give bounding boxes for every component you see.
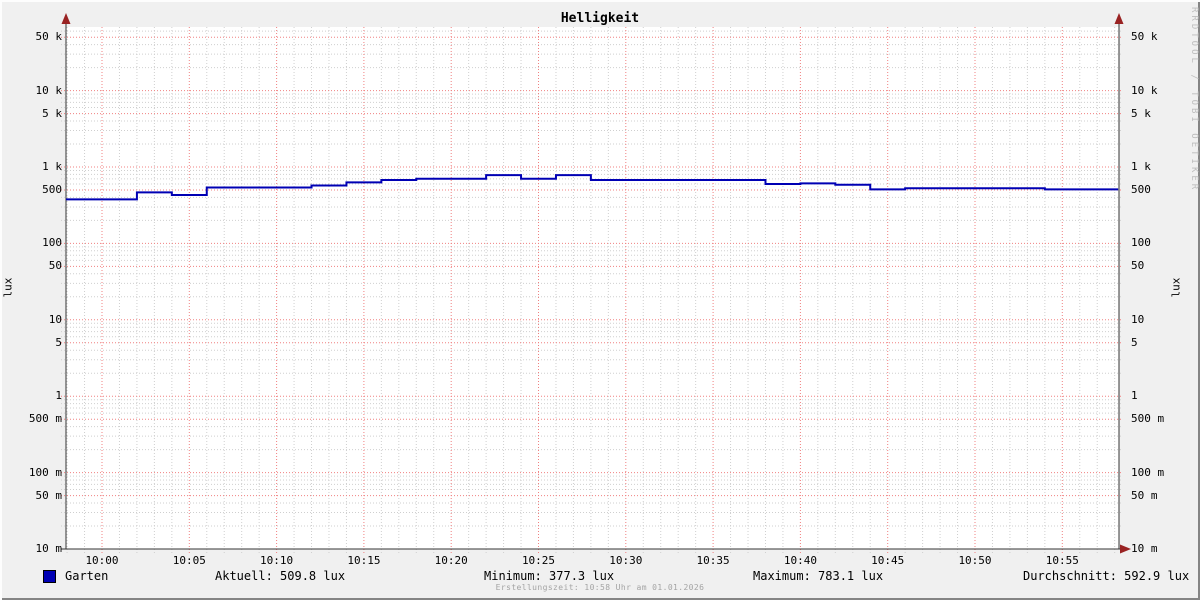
chart-canvas xyxy=(61,13,1131,554)
y-tick-label: 50 m xyxy=(35,488,63,502)
x-tick-label: 10:30 xyxy=(609,554,643,567)
y-tick-label: 10 k xyxy=(35,83,63,97)
y-tick-label: 5 xyxy=(55,335,62,349)
x-tick-label: 10:50 xyxy=(958,554,992,567)
y-tick-label: 100 m xyxy=(28,465,62,479)
y-tick-label: 50 xyxy=(48,259,62,273)
x-tick-label: 10:05 xyxy=(172,554,206,567)
x-tick-label: 10:15 xyxy=(347,554,381,567)
y-tick-label: 10 xyxy=(48,312,62,326)
rrdtool-graph: Helligkeit lux lux 50 k 10 k 5 k 1 k 500 100 5… xyxy=(0,0,1200,600)
y-tick-label: 100 xyxy=(42,236,62,250)
chart-title: Helligkeit xyxy=(560,11,640,26)
x-tick-label: 10:40 xyxy=(783,554,817,567)
stat-maximum: Maximum: 783.1 lux xyxy=(753,569,884,583)
x-tick-label: 10:20 xyxy=(434,554,468,567)
y-tick-label: 500 m xyxy=(28,412,62,426)
x-tick-label: 10:55 xyxy=(1045,554,1079,567)
stat-minimum: Minimum: 377.3 lux xyxy=(484,569,615,583)
y-tick-label: 10 xyxy=(1131,312,1145,326)
y-tick-label: 50 k xyxy=(1131,30,1158,44)
stat-current: Aktuell: 509.8 lux xyxy=(215,569,346,583)
y-tick-label: 1 xyxy=(55,389,62,403)
y-tick-label: 1 xyxy=(1131,389,1138,403)
x-tick-label: 10:35 xyxy=(696,554,730,567)
y-tick-label: 50 xyxy=(1131,259,1145,273)
y-tick-label: 10 m xyxy=(1131,542,1158,555)
x-tick-label: 10:00 xyxy=(85,554,119,567)
y-tick-label: 1 k xyxy=(1131,160,1151,173)
series-color-swatch xyxy=(43,570,56,583)
y-tick-label: 5 k xyxy=(42,106,62,120)
y-tick-label: 50 k xyxy=(35,30,63,44)
y-axis-unit-left: lux xyxy=(1,277,15,298)
y-tick-label: 50 m xyxy=(1131,488,1158,502)
y-tick-label: 100 xyxy=(1131,236,1151,250)
x-tick-label: 10:45 xyxy=(871,554,905,567)
y-tick-label: 1 k xyxy=(42,160,62,173)
series-legend-label: Garten xyxy=(65,569,109,583)
y-tick-label: 100 m xyxy=(1131,465,1165,479)
y-tick-label: 500 xyxy=(42,182,62,196)
x-tick-label: 10:25 xyxy=(521,554,556,567)
y-tick-label: 10 k xyxy=(1131,83,1158,97)
y-axis-unit-right: lux xyxy=(1169,277,1183,298)
y-tick-label: 5 k xyxy=(1131,106,1151,120)
y-tick-label: 5 xyxy=(1131,335,1138,349)
stat-average: Durchschnitt: 592.9 lux xyxy=(1023,569,1190,583)
y-tick-label: 500 xyxy=(1131,182,1151,196)
rrdtool-watermark: RRDTOOL / TOBI OETIKER xyxy=(1189,7,1199,193)
x-tick-label: 10:10 xyxy=(260,554,294,567)
creation-timestamp: Erstellungszeit: 10:58 Uhr am 01.01.2026 xyxy=(495,583,705,592)
y-tick-label: 10 m xyxy=(35,542,63,555)
y-tick-label: 500 m xyxy=(1131,412,1165,426)
